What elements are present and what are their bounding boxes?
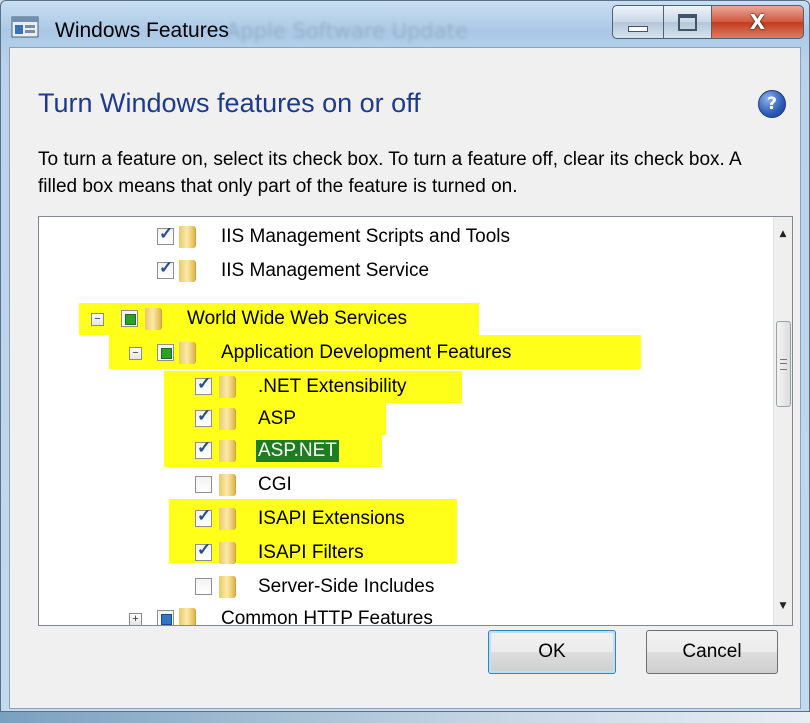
expand-icon[interactable]: + [129,613,142,625]
checkbox[interactable] [121,310,138,327]
description-text: To turn a feature on, select its check b… [38,149,741,197]
grip-icon [780,359,787,370]
feature-label: IIS Management Scripts and Tools [221,226,511,247]
folder-icon [219,542,236,564]
folder-icon [219,408,236,430]
checkbox[interactable] [157,344,174,361]
feature-label: ISAPI Filters [258,542,364,563]
folder-icon [179,260,196,282]
tree-row[interactable]: .NET Extensibility [39,371,775,403]
feature-label: World Wide Web Services [187,308,407,329]
folder-icon [219,376,236,398]
features-tree[interactable]: IIS Management Scripts and Tools IIS Man… [38,216,793,626]
folder-icon [219,474,236,496]
feature-label: ISAPI Extensions [258,508,405,529]
taskbar-strip [0,712,810,723]
tree-row[interactable]: + Common HTTP Features [39,603,775,626]
help-icon[interactable]: ? [758,90,786,118]
dialog-client-area: Turn Windows features on or off ? To tur… [9,47,801,709]
folder-icon [219,440,236,462]
caption-buttons: X [612,5,804,43]
checkbox[interactable] [157,610,174,625]
tree-row[interactable]: ASP [39,403,775,435]
tree-row[interactable]: IIS Management Service [39,255,775,287]
tree-row[interactable]: ISAPI Filters [39,537,775,569]
scroll-up-icon[interactable]: ▲ [774,225,792,243]
tree-row[interactable]: − World Wide Web Services [39,303,775,335]
minimize-icon [628,26,648,32]
folder-icon [219,508,236,530]
feature-label: Common HTTP Features [221,608,433,626]
checkbox[interactable] [195,476,212,493]
checkbox[interactable] [195,374,212,395]
background-window-title: Apple Software Update [226,19,468,43]
scroll-thumb[interactable] [776,321,791,407]
feature-label-selected: ASP.NET [256,440,339,462]
tree-row[interactable]: ASP.NET [39,435,775,467]
checkbox[interactable] [157,258,174,279]
folder-icon [145,308,162,330]
close-button[interactable]: X [712,5,804,39]
checkbox[interactable] [195,506,212,527]
ok-button[interactable]: OK [488,630,616,674]
window-title: Windows Features [55,19,229,42]
collapse-icon[interactable]: − [129,347,142,360]
feature-label: IIS Management Service [221,260,430,281]
page-title: Turn Windows features on or off [38,88,421,118]
close-icon: X [749,10,766,34]
feature-label: Application Development Features [221,342,512,363]
feature-label: .NET Extensibility [258,376,407,397]
checkbox[interactable] [157,224,174,245]
tree-row[interactable]: CGI [39,469,775,501]
maximize-icon [678,13,697,31]
checkbox[interactable] [195,578,212,595]
checkbox[interactable] [195,540,212,561]
scroll-down-icon[interactable]: ▼ [774,597,792,615]
tree-row[interactable]: − Application Development Features [39,337,775,369]
feature-label: Server-Side Includes [258,576,435,597]
windows-features-icon [11,16,39,38]
tree-row[interactable]: Server-Side Includes [39,571,775,603]
minimize-button[interactable] [612,5,664,39]
checkbox[interactable] [195,438,212,459]
checkbox[interactable] [195,406,212,427]
cancel-button[interactable]: Cancel [646,630,778,674]
feature-label: CGI [258,474,292,495]
folder-icon [219,576,236,598]
collapse-icon[interactable]: − [91,313,104,326]
folder-icon [179,342,196,364]
vertical-scrollbar[interactable]: ▲ ▼ [773,217,792,625]
tree-row[interactable]: IIS Management Scripts and Tools [39,221,775,253]
feature-label: ASP [258,408,297,429]
maximize-button[interactable] [664,5,712,39]
tree-row[interactable]: ISAPI Extensions [39,503,775,535]
window-frame: Apple Software Update Windows Features X… [0,0,810,712]
folder-icon [179,608,196,625]
folder-icon [179,226,196,248]
